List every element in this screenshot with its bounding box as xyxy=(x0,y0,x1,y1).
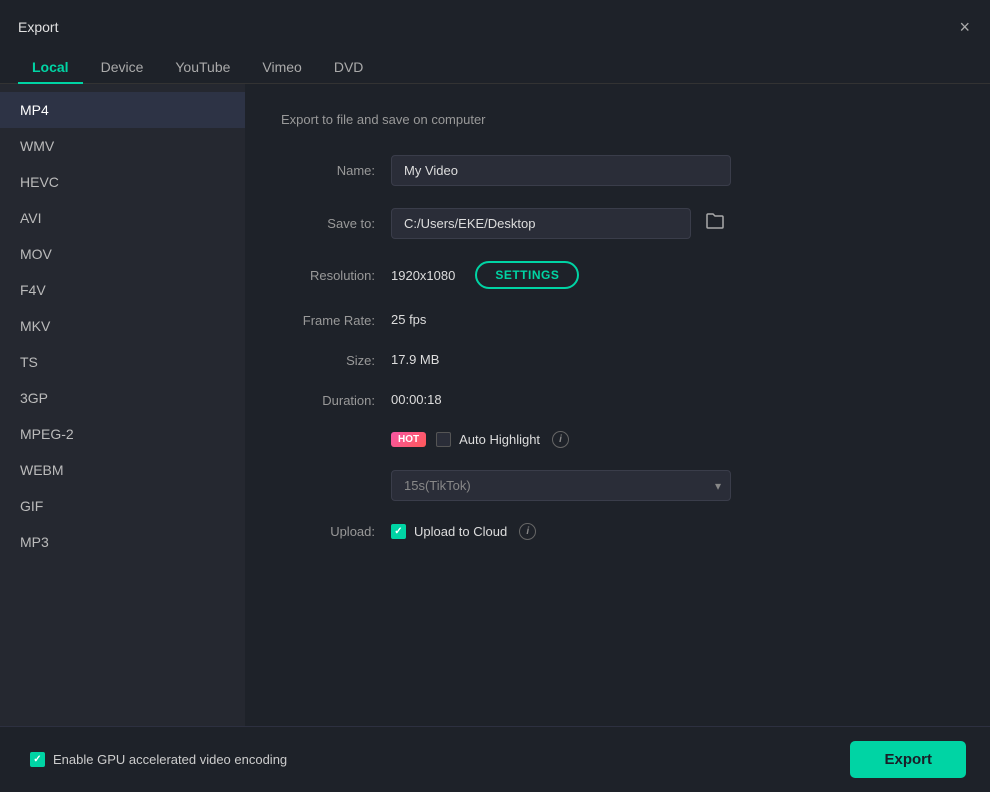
highlight-dropdown-row: 15s(TikTok)30s(YouTube Shorts)60s(Instag… xyxy=(281,470,954,501)
sidebar-item-webm[interactable]: WEBM xyxy=(0,452,245,488)
auto-highlight-row: HOT Auto Highlight i xyxy=(281,431,954,448)
duration-control: 00:00:18 xyxy=(391,391,954,409)
export-button[interactable]: Export xyxy=(850,741,966,778)
name-label: Name: xyxy=(281,163,391,178)
auto-highlight-label: Auto Highlight xyxy=(459,432,540,447)
name-control xyxy=(391,155,954,186)
frame-rate-value: 25 fps xyxy=(391,312,426,327)
resolution-row: Resolution: 1920x1080 SETTINGS xyxy=(281,261,954,289)
size-value: 17.9 MB xyxy=(391,352,439,367)
frame-rate-row: Frame Rate: 25 fps xyxy=(281,311,954,329)
sidebar-item-mpeg2[interactable]: MPEG-2 xyxy=(0,416,245,452)
name-row: Name: xyxy=(281,155,954,186)
save-to-control xyxy=(391,208,954,239)
tab-bar: Local Device YouTube Vimeo DVD xyxy=(0,42,990,84)
size-label: Size: xyxy=(281,353,391,368)
browse-folder-button[interactable] xyxy=(701,210,729,237)
main-layout: MP4 WMV HEVC AVI MOV F4V MKV TS 3GP MPEG… xyxy=(0,84,990,792)
duration-row: Duration: 00:00:18 xyxy=(281,391,954,409)
highlight-dropdown-wrapper: 15s(TikTok)30s(YouTube Shorts)60s(Instag… xyxy=(391,470,731,501)
gpu-label: Enable GPU accelerated video encoding xyxy=(53,752,287,767)
resolution-value: 1920x1080 xyxy=(391,268,455,283)
format-sidebar: MP4 WMV HEVC AVI MOV F4V MKV TS 3GP MPEG… xyxy=(0,84,245,792)
content-area: Export to file and save on computer Name… xyxy=(245,84,990,792)
save-to-label: Save to: xyxy=(281,216,391,231)
sidebar-item-ts[interactable]: TS xyxy=(0,344,245,380)
title-bar: Export × xyxy=(0,0,990,42)
tab-device[interactable]: Device xyxy=(87,51,158,83)
tab-local[interactable]: Local xyxy=(18,51,83,83)
auto-highlight-help-icon[interactable]: i xyxy=(552,431,569,448)
bottom-bar: Enable GPU accelerated video encoding Ex… xyxy=(0,726,990,792)
name-input[interactable] xyxy=(391,155,731,186)
tab-dvd[interactable]: DVD xyxy=(320,51,378,83)
sidebar-item-wmv[interactable]: WMV xyxy=(0,128,245,164)
size-control: 17.9 MB xyxy=(391,351,954,369)
upload-control: Upload to Cloud i xyxy=(391,523,954,540)
tab-vimeo[interactable]: Vimeo xyxy=(248,51,315,83)
resolution-control: 1920x1080 SETTINGS xyxy=(391,261,954,289)
auto-highlight-wrapper: HOT Auto Highlight i xyxy=(391,431,954,448)
upload-label: Upload: xyxy=(281,524,391,539)
sidebar-item-3gp[interactable]: 3GP xyxy=(0,380,245,416)
upload-help-icon[interactable]: i xyxy=(519,523,536,540)
highlight-dropdown[interactable]: 15s(TikTok)30s(YouTube Shorts)60s(Instag… xyxy=(391,470,731,501)
sidebar-item-hevc[interactable]: HEVC xyxy=(0,164,245,200)
sidebar-item-gif[interactable]: GIF xyxy=(0,488,245,524)
auto-highlight-control: HOT Auto Highlight i xyxy=(391,431,954,448)
gpu-check-wrapper: Enable GPU accelerated video encoding xyxy=(30,752,287,767)
gpu-checkbox[interactable] xyxy=(30,752,45,767)
frame-rate-control: 25 fps xyxy=(391,311,954,329)
sidebar-item-avi[interactable]: AVI xyxy=(0,200,245,236)
window-title: Export xyxy=(18,19,58,35)
duration-value: 00:00:18 xyxy=(391,392,442,407)
section-title: Export to file and save on computer xyxy=(281,112,954,127)
sidebar-item-mp4[interactable]: MP4 xyxy=(0,92,245,128)
duration-label: Duration: xyxy=(281,393,391,408)
sidebar-item-f4v[interactable]: F4V xyxy=(0,272,245,308)
upload-to-cloud-checkbox[interactable] xyxy=(391,524,406,539)
close-button[interactable]: × xyxy=(957,18,972,36)
auto-highlight-checkbox[interactable] xyxy=(436,432,451,447)
frame-rate-label: Frame Rate: xyxy=(281,313,391,328)
resolution-label: Resolution: xyxy=(281,268,391,283)
sidebar-item-mov[interactable]: MOV xyxy=(0,236,245,272)
tab-youtube[interactable]: YouTube xyxy=(161,51,244,83)
save-to-row: Save to: xyxy=(281,208,954,239)
save-to-wrapper xyxy=(391,208,954,239)
resolution-wrapper: 1920x1080 SETTINGS xyxy=(391,261,954,289)
size-row: Size: 17.9 MB xyxy=(281,351,954,369)
upload-cloud-wrapper: Upload to Cloud i xyxy=(391,523,954,540)
hot-badge: HOT xyxy=(391,432,426,447)
sidebar-item-mp3[interactable]: MP3 xyxy=(0,524,245,560)
save-path-input[interactable] xyxy=(391,208,691,239)
upload-row: Upload: Upload to Cloud i xyxy=(281,523,954,540)
sidebar-item-mkv[interactable]: MKV xyxy=(0,308,245,344)
upload-to-cloud-label: Upload to Cloud xyxy=(414,524,507,539)
settings-button[interactable]: SETTINGS xyxy=(475,261,579,289)
auto-highlight-checkbox-wrapper: Auto Highlight i xyxy=(436,431,569,448)
